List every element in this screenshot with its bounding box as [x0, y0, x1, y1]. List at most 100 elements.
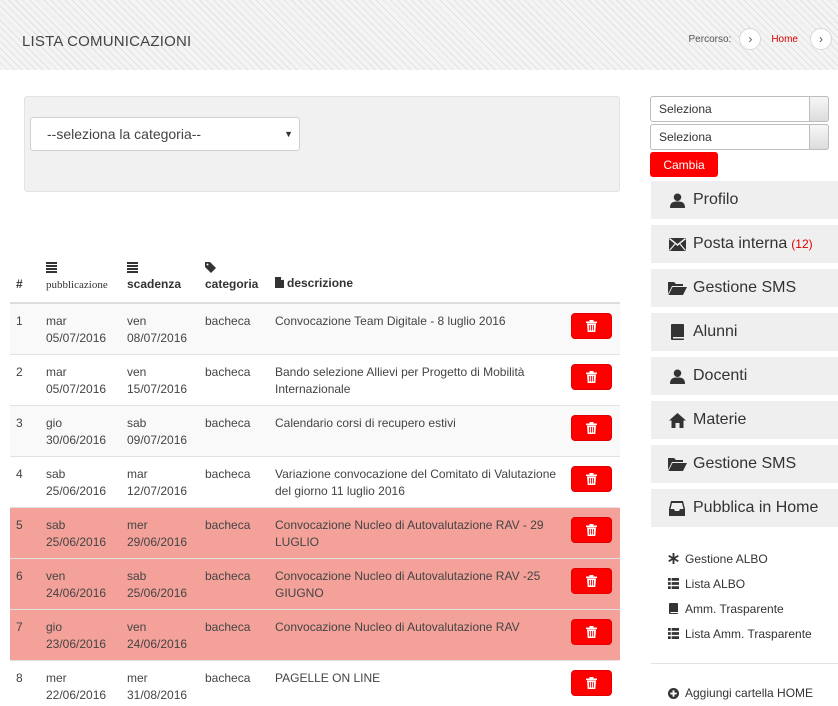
- sidebar-link-label: Amm. Trasparente: [685, 601, 784, 616]
- sidebar-sublinks: Gestione ALBO Lista ALBO Amm. Trasparente L…: [666, 546, 836, 646]
- home-icon: [667, 412, 687, 428]
- divider: [651, 663, 838, 664]
- sidebar-item-alunni[interactable]: Alunni: [651, 313, 838, 351]
- actions-cell: [565, 353, 620, 405]
- table-header-row: # pubblicazione scadenza categoria descr…: [10, 255, 620, 304]
- actions-cell: [565, 557, 620, 609]
- sidebar-item-profilo[interactable]: Profilo: [651, 181, 838, 219]
- table-row: 3 gio 30/06/2016 sab 09/07/2016 bacheca Calend…: [10, 404, 620, 456]
- category-cell: bacheca: [199, 404, 269, 456]
- trash-icon: [586, 370, 597, 383]
- school-select[interactable]: Seleziona: [650, 96, 829, 122]
- category-select-value: --seleziona la categoria--: [47, 126, 202, 142]
- book-icon: [667, 324, 687, 340]
- plus-circle-icon: [666, 687, 680, 699]
- column-header-num: #: [10, 255, 40, 304]
- row-number: 2: [10, 353, 40, 405]
- chevron-right-icon: ›: [739, 28, 762, 50]
- sidebar-item-pubblica-in-home[interactable]: Pubblica in Home: [651, 489, 838, 527]
- calendar-icon: [46, 262, 115, 276]
- sidebar-item-gestione-sms[interactable]: Gestione SMS: [651, 445, 838, 483]
- filter-panel: --seleziona la categoria-- ▼: [24, 96, 620, 192]
- communications-table: # pubblicazione scadenza categoria descr…: [10, 255, 620, 706]
- actions-cell: [565, 455, 620, 507]
- table-row: 4 sab 25/06/2016 mar 12/07/2016 bacheca Variaz…: [10, 455, 620, 507]
- publication-date: sab 25/06/2016: [40, 455, 121, 507]
- actions-cell: [565, 302, 620, 354]
- breadcrumb: Percorso: › Home ›: [689, 28, 832, 50]
- sidebar-link-gestione-albo[interactable]: Gestione ALBO: [666, 546, 836, 571]
- table-row-expired: 5 sab 25/06/2016 mer 29/06/2016 bacheca Convoc…: [10, 506, 620, 558]
- calendar-icon: [127, 262, 193, 276]
- delete-button[interactable]: [571, 567, 612, 594]
- delete-button[interactable]: [571, 669, 612, 696]
- sidebar-link-amm-trasparente[interactable]: Amm. Trasparente: [666, 596, 836, 621]
- category-cell: bacheca: [199, 557, 269, 609]
- delete-button[interactable]: [571, 363, 612, 390]
- tag-icon: [205, 262, 263, 276]
- sidebar-item-label: Docenti: [693, 367, 748, 384]
- sidebar-item-docenti[interactable]: Docenti: [651, 357, 838, 395]
- expiry-date: sab 25/06/2016: [121, 557, 199, 609]
- list-icon: [666, 578, 680, 589]
- row-number: 8: [10, 659, 40, 706]
- select-handle: [809, 124, 829, 150]
- sidebar-link-label: Lista ALBO: [685, 576, 746, 591]
- category-cell: bacheca: [199, 302, 269, 354]
- sidebar-item-label: Gestione SMS: [693, 279, 797, 296]
- column-header-pubblicazione[interactable]: pubblicazione: [40, 255, 121, 304]
- column-header-descrizione[interactable]: descrizione: [269, 255, 565, 304]
- category-cell: bacheca: [199, 659, 269, 706]
- description-link[interactable]: Variazione convocazione del Comitato di …: [269, 455, 565, 507]
- add-home-folder-link[interactable]: Aggiungi cartella HOME: [666, 686, 813, 700]
- caret-down-icon: ▼: [284, 129, 293, 139]
- sidebar-link-lista-albo[interactable]: Lista ALBO: [666, 571, 836, 596]
- trash-icon: [586, 625, 597, 638]
- delete-button[interactable]: [571, 516, 612, 543]
- description-link[interactable]: PAGELLE ON LINE: [269, 659, 565, 706]
- breadcrumb-home-link[interactable]: Home: [771, 34, 798, 45]
- delete-button[interactable]: [571, 313, 612, 339]
- folder-open-icon: [667, 457, 687, 471]
- delete-button[interactable]: [571, 465, 612, 492]
- category-cell: bacheca: [199, 608, 269, 660]
- expiry-date: ven 08/07/2016: [121, 302, 199, 354]
- actions-cell: [565, 506, 620, 558]
- delete-button[interactable]: [571, 414, 612, 441]
- sidebar-item-materie[interactable]: Materie: [651, 401, 838, 439]
- trash-icon: [586, 472, 597, 485]
- sidebar-item-label: Posta interna: [693, 235, 788, 252]
- cambia-button[interactable]: Cambia: [650, 152, 718, 177]
- sidebar-item-label: Alunni: [693, 323, 738, 340]
- delete-button[interactable]: [571, 618, 612, 645]
- category-select[interactable]: --seleziona la categoria-- ▼: [30, 117, 300, 151]
- actions-cell: [565, 608, 620, 660]
- description-link[interactable]: Convocazione Nucleo di Autovalutazione R…: [269, 557, 565, 609]
- column-header-actions: [565, 255, 620, 304]
- description-link[interactable]: Bando selezione Allievi per Progetto di …: [269, 353, 565, 405]
- inbox-icon: [667, 500, 687, 516]
- expiry-date: sab 09/07/2016: [121, 404, 199, 456]
- sidebar-link-lista-amm-trasparente[interactable]: Lista Amm. Trasparente: [666, 621, 836, 646]
- column-header-categoria[interactable]: categoria: [199, 255, 269, 304]
- year-select[interactable]: Seleziona: [650, 124, 829, 150]
- table-row-expired: 7 gio 23/06/2016 ven 24/06/2016 bacheca Convoc…: [10, 608, 620, 660]
- description-link[interactable]: Convocazione Nucleo di Autovalutazione R…: [269, 608, 565, 660]
- sidebar-item-gestione-sms[interactable]: Gestione SMS: [651, 269, 838, 307]
- description-link[interactable]: Convocazione Team Digitale - 8 luglio 20…: [269, 302, 565, 354]
- file-icon: [275, 277, 284, 291]
- description-link[interactable]: Convocazione Nucleo di Autovalutazione R…: [269, 506, 565, 558]
- trash-icon: [586, 574, 597, 587]
- breadcrumb-label: Percorso:: [688, 33, 732, 45]
- description-link[interactable]: Calendario corsi di recupero estivi: [269, 404, 565, 456]
- envelope-icon: [667, 237, 687, 251]
- publication-date: ven 24/06/2016: [40, 557, 121, 609]
- page-header: LISTA COMUNICAZIONI Percorso: › Home ›: [0, 0, 838, 70]
- row-number: 1: [10, 302, 40, 354]
- expiry-date: mar 12/07/2016: [121, 455, 199, 507]
- table-row-expired: 6 ven 24/06/2016 sab 25/06/2016 bacheca Convoc…: [10, 557, 620, 609]
- column-header-scadenza[interactable]: scadenza: [121, 255, 199, 304]
- page-title: LISTA COMUNICAZIONI: [22, 33, 192, 50]
- table-row: 2 mar 05/07/2016 ven 15/07/2016 bacheca Bando …: [10, 353, 620, 405]
- sidebar-item-posta-interna[interactable]: Posta interna (12): [651, 225, 838, 263]
